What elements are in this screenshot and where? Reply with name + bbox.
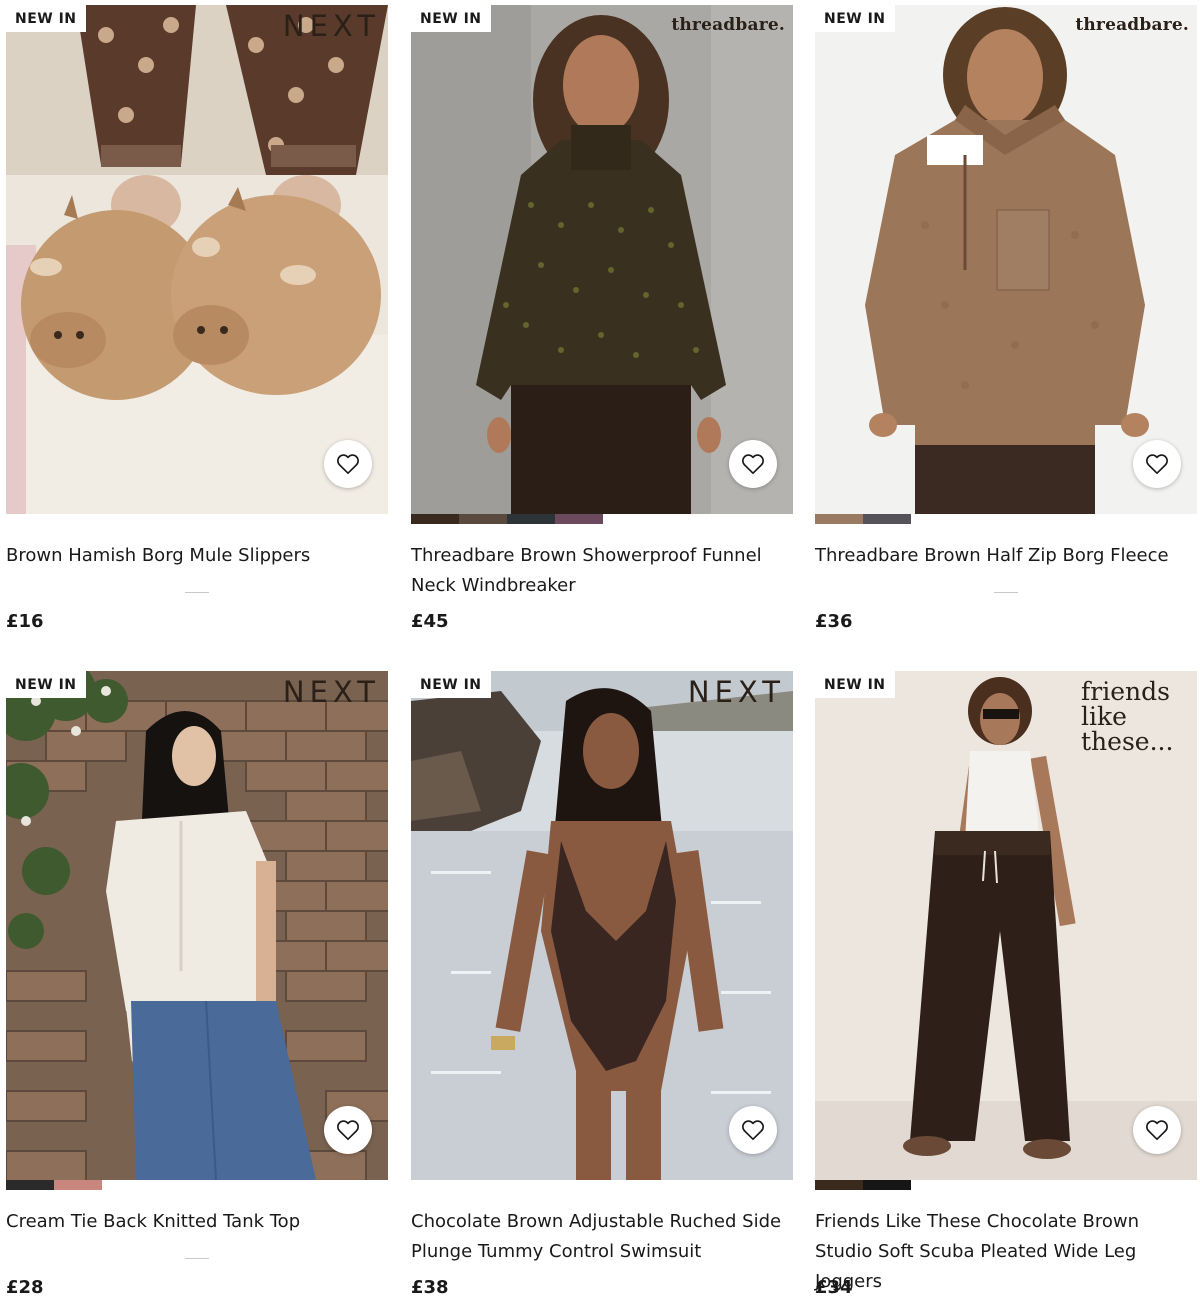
colour-swatches	[6, 1180, 102, 1190]
product-image-knit-top[interactable]: NEW IN NEXT	[6, 671, 388, 1180]
colour-swatch[interactable]	[815, 514, 863, 524]
product-price: £36	[815, 611, 853, 632]
knit-top-image	[6, 671, 388, 1180]
colour-swatch[interactable]	[54, 1180, 102, 1190]
product-title[interactable]: Threadbare Brown Showerproof Funnel Neck…	[411, 541, 793, 601]
brand-logo: friends like these...	[1081, 677, 1174, 756]
colour-swatch[interactable]	[6, 1180, 54, 1190]
product-card-4[interactable]: NEW IN NEXT Cream Tie Back Knitted Tank …	[6, 671, 388, 1311]
heart-icon	[1146, 1120, 1168, 1141]
product-title[interactable]: Brown Hamish Borg Mule Slippers	[6, 541, 388, 571]
product-card-3[interactable]: NEW IN threadbare. Threadbare Brown Half…	[815, 5, 1197, 645]
wishlist-button[interactable]	[324, 1106, 372, 1154]
brand-logo: NEXT	[282, 675, 380, 709]
new-in-badge: NEW IN	[815, 671, 895, 698]
brand-logo: NEXT	[282, 9, 380, 43]
product-price: £45	[411, 611, 449, 632]
product-title[interactable]: Threadbare Brown Half Zip Borg Fleece	[815, 541, 1197, 571]
product-price: £38	[411, 1277, 449, 1298]
product-image-swimsuit[interactable]: NEW IN NEXT	[411, 671, 793, 1180]
colour-swatch[interactable]	[863, 1180, 911, 1190]
colour-swatch[interactable]	[459, 514, 507, 524]
product-image-fleece[interactable]: NEW IN threadbare.	[815, 5, 1197, 514]
colour-swatch[interactable]	[815, 1180, 863, 1190]
divider	[994, 592, 1018, 593]
heart-icon	[337, 454, 359, 475]
brand-logo: threadbare.	[671, 15, 785, 35]
slippers-image	[6, 5, 388, 514]
colour-swatches	[815, 1180, 911, 1190]
brand-logo: NEXT	[687, 675, 785, 709]
product-price: £28	[6, 1277, 44, 1298]
product-image-slippers[interactable]: NEW IN NEXT	[6, 5, 388, 514]
product-card-2[interactable]: NEW IN threadbare. Threadbare Brown Show…	[411, 5, 793, 645]
heart-icon	[337, 1120, 359, 1141]
colour-swatch[interactable]	[507, 514, 555, 524]
swimsuit-image	[411, 671, 793, 1180]
product-price: £34	[815, 1277, 853, 1298]
heart-icon	[742, 454, 764, 475]
new-in-badge: NEW IN	[411, 671, 491, 698]
wishlist-button[interactable]	[1133, 1106, 1181, 1154]
heart-icon	[1146, 454, 1168, 475]
product-image-joggers[interactable]: NEW IN friends like these...	[815, 671, 1197, 1180]
new-in-badge: NEW IN	[6, 671, 86, 698]
product-card-1[interactable]: NEW IN NEXT Brown Hamish Borg Mule Slipp…	[6, 5, 388, 645]
colour-swatches	[815, 514, 911, 524]
product-title[interactable]: Chocolate Brown Adjustable Ruched Side P…	[411, 1207, 793, 1267]
product-title[interactable]: Friends Like These Chocolate Brown Studi…	[815, 1207, 1197, 1297]
jacket-image	[411, 5, 793, 514]
new-in-badge: NEW IN	[6, 5, 86, 32]
colour-swatch[interactable]	[863, 514, 911, 524]
new-in-badge: NEW IN	[815, 5, 895, 32]
divider	[185, 592, 209, 593]
colour-swatches	[411, 514, 603, 524]
colour-swatch[interactable]	[411, 514, 459, 524]
colour-swatch[interactable]	[555, 514, 603, 524]
wishlist-button[interactable]	[1133, 440, 1181, 488]
product-card-5[interactable]: NEW IN NEXT Chocolate Brown Adjustable R…	[411, 671, 793, 1311]
product-image-windbreaker[interactable]: NEW IN threadbare.	[411, 5, 793, 514]
new-in-badge: NEW IN	[411, 5, 491, 32]
product-card-6[interactable]: NEW IN friends like these... Friends Lik…	[815, 671, 1197, 1311]
wishlist-button[interactable]	[324, 440, 372, 488]
fleece-image	[815, 5, 1197, 514]
divider	[185, 1258, 209, 1259]
heart-icon	[742, 1120, 764, 1141]
product-price: £16	[6, 611, 44, 632]
product-title[interactable]: Cream Tie Back Knitted Tank Top	[6, 1207, 388, 1237]
wishlist-button[interactable]	[729, 440, 777, 488]
wishlist-button[interactable]	[729, 1106, 777, 1154]
brand-logo: threadbare.	[1075, 15, 1189, 35]
